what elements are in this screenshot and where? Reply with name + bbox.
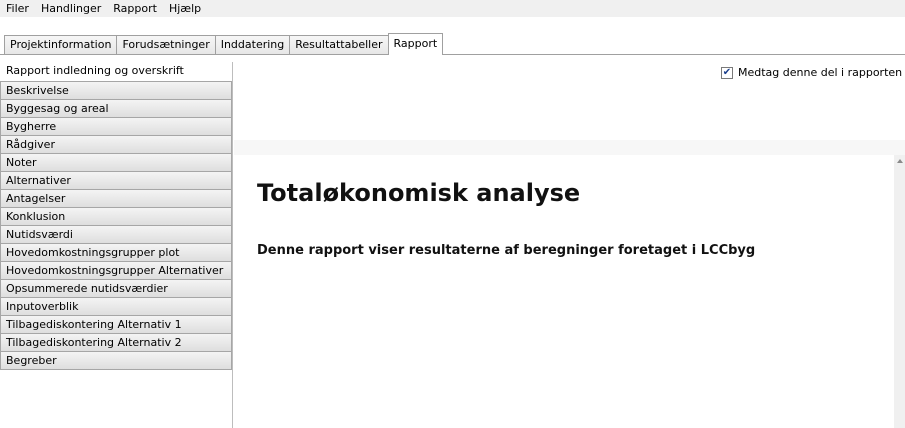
section-button-inputoverblik[interactable]: Inputoverblik <box>0 297 232 316</box>
section-button-noter[interactable]: Noter <box>0 153 232 172</box>
section-button-opsummerede-nutidsvaerdier[interactable]: Opsummerede nutidsværdier <box>0 279 232 298</box>
section-button-bygherre[interactable]: Bygherre <box>0 117 232 136</box>
section-button-nutidsvaerdi[interactable]: Nutidsværdi <box>0 225 232 244</box>
menu-filer[interactable]: Filer <box>0 0 35 17</box>
include-in-report-control[interactable]: ✔ Medtag denne del i rapporten <box>721 66 902 79</box>
tab-strip: Projektinformation Forudsætninger Inddat… <box>0 17 905 55</box>
tab-inddatering[interactable]: Inddatering <box>214 35 291 55</box>
report-preview: Totaløkonomisk analyse Denne rapport vis… <box>249 155 894 428</box>
tab-resultattabeller[interactable]: Resultattabeller <box>289 35 389 55</box>
menu-bar: Filer Handlinger Rapport Hjælp <box>0 0 905 17</box>
section-button-raadgiver[interactable]: Rådgiver <box>0 135 232 154</box>
tab-divider <box>0 54 905 55</box>
menu-hjaelp[interactable]: Hjælp <box>163 0 207 17</box>
section-button-begreber[interactable]: Begreber <box>0 351 232 370</box>
menu-handlinger[interactable]: Handlinger <box>35 0 107 17</box>
section-button-byggesag-og-areal[interactable]: Byggesag og areal <box>0 99 232 118</box>
preview-top-margin <box>234 140 905 155</box>
vertical-scrollbar[interactable] <box>894 155 905 428</box>
section-button-konklusion[interactable]: Konklusion <box>0 207 232 226</box>
preview-left-margin <box>234 155 249 428</box>
tab-rapport[interactable]: Rapport <box>387 33 444 55</box>
report-title: Totaløkonomisk analyse <box>257 179 581 207</box>
report-sections-sidebar: Rapport indledning og overskrift Beskriv… <box>0 62 233 428</box>
tab-projektinformation[interactable]: Projektinformation <box>4 35 118 55</box>
section-list: Beskrivelse Byggesag og areal Bygherre R… <box>0 81 232 370</box>
menu-rapport[interactable]: Rapport <box>107 0 163 17</box>
tab-forudsaetninger[interactable]: Forudsætninger <box>116 35 216 55</box>
section-button-hovedomkostningsgrupper-alternativer[interactable]: Hovedomkostningsgrupper Alternativer <box>0 261 232 280</box>
include-checkbox-label: Medtag denne del i rapporten <box>738 66 903 79</box>
section-button-tilbagediskontering-alternativ-2[interactable]: Tilbagediskontering Alternativ 2 <box>0 333 232 352</box>
report-subtitle: Denne rapport viser resultaterne af bere… <box>257 243 756 258</box>
include-checkbox[interactable]: ✔ <box>721 66 733 79</box>
sidebar-item-rapport-indledning[interactable]: Rapport indledning og overskrift <box>0 62 232 79</box>
section-button-hovedomkostningsgrupper-plot[interactable]: Hovedomkostningsgrupper plot <box>0 243 232 262</box>
scroll-up-arrow-icon[interactable] <box>897 159 903 163</box>
section-button-antagelser[interactable]: Antagelser <box>0 189 232 208</box>
section-button-alternativer[interactable]: Alternativer <box>0 171 232 190</box>
section-button-beskrivelse[interactable]: Beskrivelse <box>0 81 232 100</box>
section-button-tilbagediskontering-alternativ-1[interactable]: Tilbagediskontering Alternativ 1 <box>0 315 232 334</box>
